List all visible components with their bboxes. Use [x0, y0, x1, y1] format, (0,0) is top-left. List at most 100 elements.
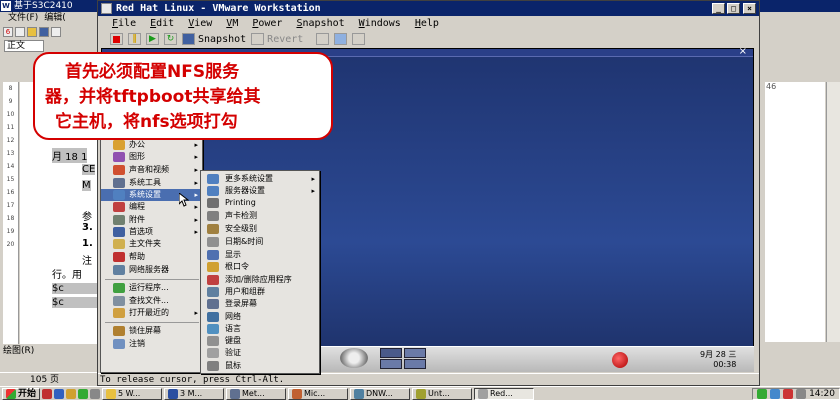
- menu-item-preferences[interactable]: 首选项 ▸: [101, 226, 202, 238]
- menu-label: 帮助: [129, 252, 145, 261]
- menu-help[interactable]: Help: [415, 16, 439, 31]
- minimize-icon[interactable]: _: [712, 3, 725, 14]
- menu-item-sound-video[interactable]: 声音和视频 ▸: [101, 164, 202, 176]
- quicklaunch-icon[interactable]: [54, 388, 65, 399]
- power-on-icon[interactable]: ▶: [146, 33, 159, 45]
- menu-item-graphics[interactable]: 图形 ▸: [101, 151, 202, 163]
- submenu-item-add-remove-apps[interactable]: 添加/删除应用程序: [201, 274, 319, 286]
- doc-line: $c: [52, 297, 100, 308]
- menu-label: 日期&时间: [225, 237, 264, 246]
- guest-close-icon[interactable]: ×: [739, 46, 747, 57]
- snapshot-button[interactable]: Snapshot: [182, 33, 246, 45]
- submenu-arrow-icon: ▸: [311, 187, 315, 195]
- folder-icon: [106, 388, 117, 399]
- submenu-item-mouse[interactable]: 鼠标: [201, 360, 319, 372]
- quick-switch-icon[interactable]: [334, 33, 348, 45]
- submenu-item-more-settings[interactable]: 更多系统设置 ▸: [201, 173, 319, 185]
- open-folder-icon[interactable]: [27, 27, 37, 37]
- submenu-item-root-password[interactable]: 根口令: [201, 261, 319, 273]
- menu-file[interactable]: File: [112, 16, 136, 31]
- word-menu-file[interactable]: 文件(F): [8, 12, 38, 25]
- suspend-icon[interactable]: ‖: [128, 33, 141, 45]
- full-screen-icon[interactable]: [316, 33, 330, 45]
- menu-item-network-servers[interactable]: 网络服务器: [101, 264, 202, 276]
- taskbar-item-explorer[interactable]: 5 W...: [102, 387, 163, 400]
- submenu-arrow-icon: ▸: [194, 153, 198, 161]
- menu-item-run-program[interactable]: 运行程序...: [101, 282, 202, 294]
- menu-item-recent[interactable]: 打开最近的 ▸: [101, 307, 202, 319]
- submenu-item-authentication[interactable]: 验证: [201, 347, 319, 359]
- taskbar-item-word[interactable]: 3 M...: [164, 387, 225, 400]
- quicklaunch-icon[interactable]: [42, 388, 53, 399]
- menu-vm[interactable]: VM: [226, 16, 238, 31]
- submenu-item-network[interactable]: 网络: [201, 311, 319, 323]
- quicklaunch-icon[interactable]: [78, 388, 89, 399]
- quicklaunch-icon[interactable]: [66, 388, 77, 399]
- tray-icon[interactable]: [783, 388, 794, 399]
- menu-item-find-files[interactable]: 查找文件...: [101, 295, 202, 307]
- submenu-item-login-screen[interactable]: 登录屏幕: [201, 298, 319, 310]
- save-icon[interactable]: [39, 27, 49, 37]
- tray-icon[interactable]: [757, 388, 768, 399]
- new-doc-icon[interactable]: [15, 27, 25, 37]
- menu-item-system-tools[interactable]: 系统工具 ▸: [101, 177, 202, 189]
- vmware-title-bar: Red Hat Linux - VMware Workstation _ □ ×: [98, 1, 759, 16]
- taskbar-item-mic[interactable]: Mic...: [288, 387, 349, 400]
- reset-icon[interactable]: ↻: [164, 33, 177, 45]
- workspace-3[interactable]: [380, 359, 402, 369]
- submenu-item-soundcard[interactable]: 声卡检测: [201, 210, 319, 222]
- menu-label: 编程: [129, 202, 145, 211]
- summary-icon[interactable]: [352, 33, 366, 45]
- revert-button[interactable]: Revert: [251, 33, 303, 45]
- doc-line: $c: [52, 283, 100, 294]
- app-icon: [354, 388, 365, 399]
- maximize-icon[interactable]: □: [727, 3, 740, 14]
- callout-line-2: 器，并将tftpboot共享给其: [45, 87, 261, 107]
- start-button[interactable]: 开始: [2, 387, 41, 400]
- menu-item-office[interactable]: 办公 ▸: [101, 139, 202, 151]
- submenu-item-security-level[interactable]: 安全级别: [201, 223, 319, 235]
- close-icon[interactable]: ×: [743, 3, 756, 14]
- menu-item-help[interactable]: 帮助: [101, 251, 202, 263]
- power-off-icon[interactable]: [110, 33, 123, 45]
- taskbar-item-met[interactable]: Met...: [226, 387, 287, 400]
- menu-view[interactable]: View: [188, 16, 212, 31]
- menu-label: 鼠标: [225, 361, 241, 370]
- print-icon[interactable]: [51, 27, 61, 37]
- style-box[interactable]: 正文: [4, 40, 44, 52]
- menu-item-accessories[interactable]: 附件 ▸: [101, 214, 202, 226]
- clock-icon: [207, 237, 219, 247]
- submenu-item-server-settings[interactable]: 服务器设置 ▸: [201, 185, 319, 197]
- printer-icon[interactable]: [340, 348, 368, 368]
- submenu-item-printing[interactable]: Printing: [201, 197, 319, 209]
- draw-menu[interactable]: 绘图(R): [3, 343, 34, 356]
- workspace-1[interactable]: [380, 348, 402, 358]
- workspace-2[interactable]: [404, 348, 426, 358]
- word-menu-edit[interactable]: 编辑(: [44, 12, 66, 25]
- menu-item-lock-screen[interactable]: 锁住屏幕: [101, 325, 202, 337]
- workspace-4[interactable]: [404, 359, 426, 369]
- volume-icon[interactable]: [796, 388, 807, 399]
- submenu-item-users-groups[interactable]: 用户和组群: [201, 286, 319, 298]
- quicklaunch-icon[interactable]: [90, 388, 101, 399]
- menu-item-logout[interactable]: 注销: [101, 338, 202, 350]
- submenu-item-date-time[interactable]: 日期&时间: [201, 236, 319, 248]
- menu-item-home-folder[interactable]: 主文件夹: [101, 238, 202, 250]
- submenu-item-keyboard[interactable]: 键盘: [201, 335, 319, 347]
- task-label: Mic...: [304, 388, 326, 398]
- ruler-number: 9: [8, 98, 13, 105]
- close-doc-icon[interactable]: 6: [3, 27, 13, 37]
- app-icon: [292, 388, 303, 399]
- taskbar-item-vmware[interactable]: Red...: [474, 387, 535, 400]
- menu-windows[interactable]: Windows: [359, 16, 401, 31]
- menu-snapshot[interactable]: Snapshot: [296, 16, 344, 31]
- taskbar-item-dnw[interactable]: DNW...: [350, 387, 411, 400]
- vertical-scrollbar[interactable]: [826, 82, 840, 342]
- submenu-item-display[interactable]: 显示: [201, 249, 319, 261]
- submenu-item-language[interactable]: 语言: [201, 323, 319, 335]
- taskbar-item-untitled[interactable]: Unt...: [412, 387, 473, 400]
- update-alert-icon[interactable]: [612, 352, 628, 368]
- menu-power[interactable]: Power: [252, 16, 282, 31]
- menu-edit[interactable]: Edit: [150, 16, 174, 31]
- tray-icon[interactable]: [770, 388, 781, 399]
